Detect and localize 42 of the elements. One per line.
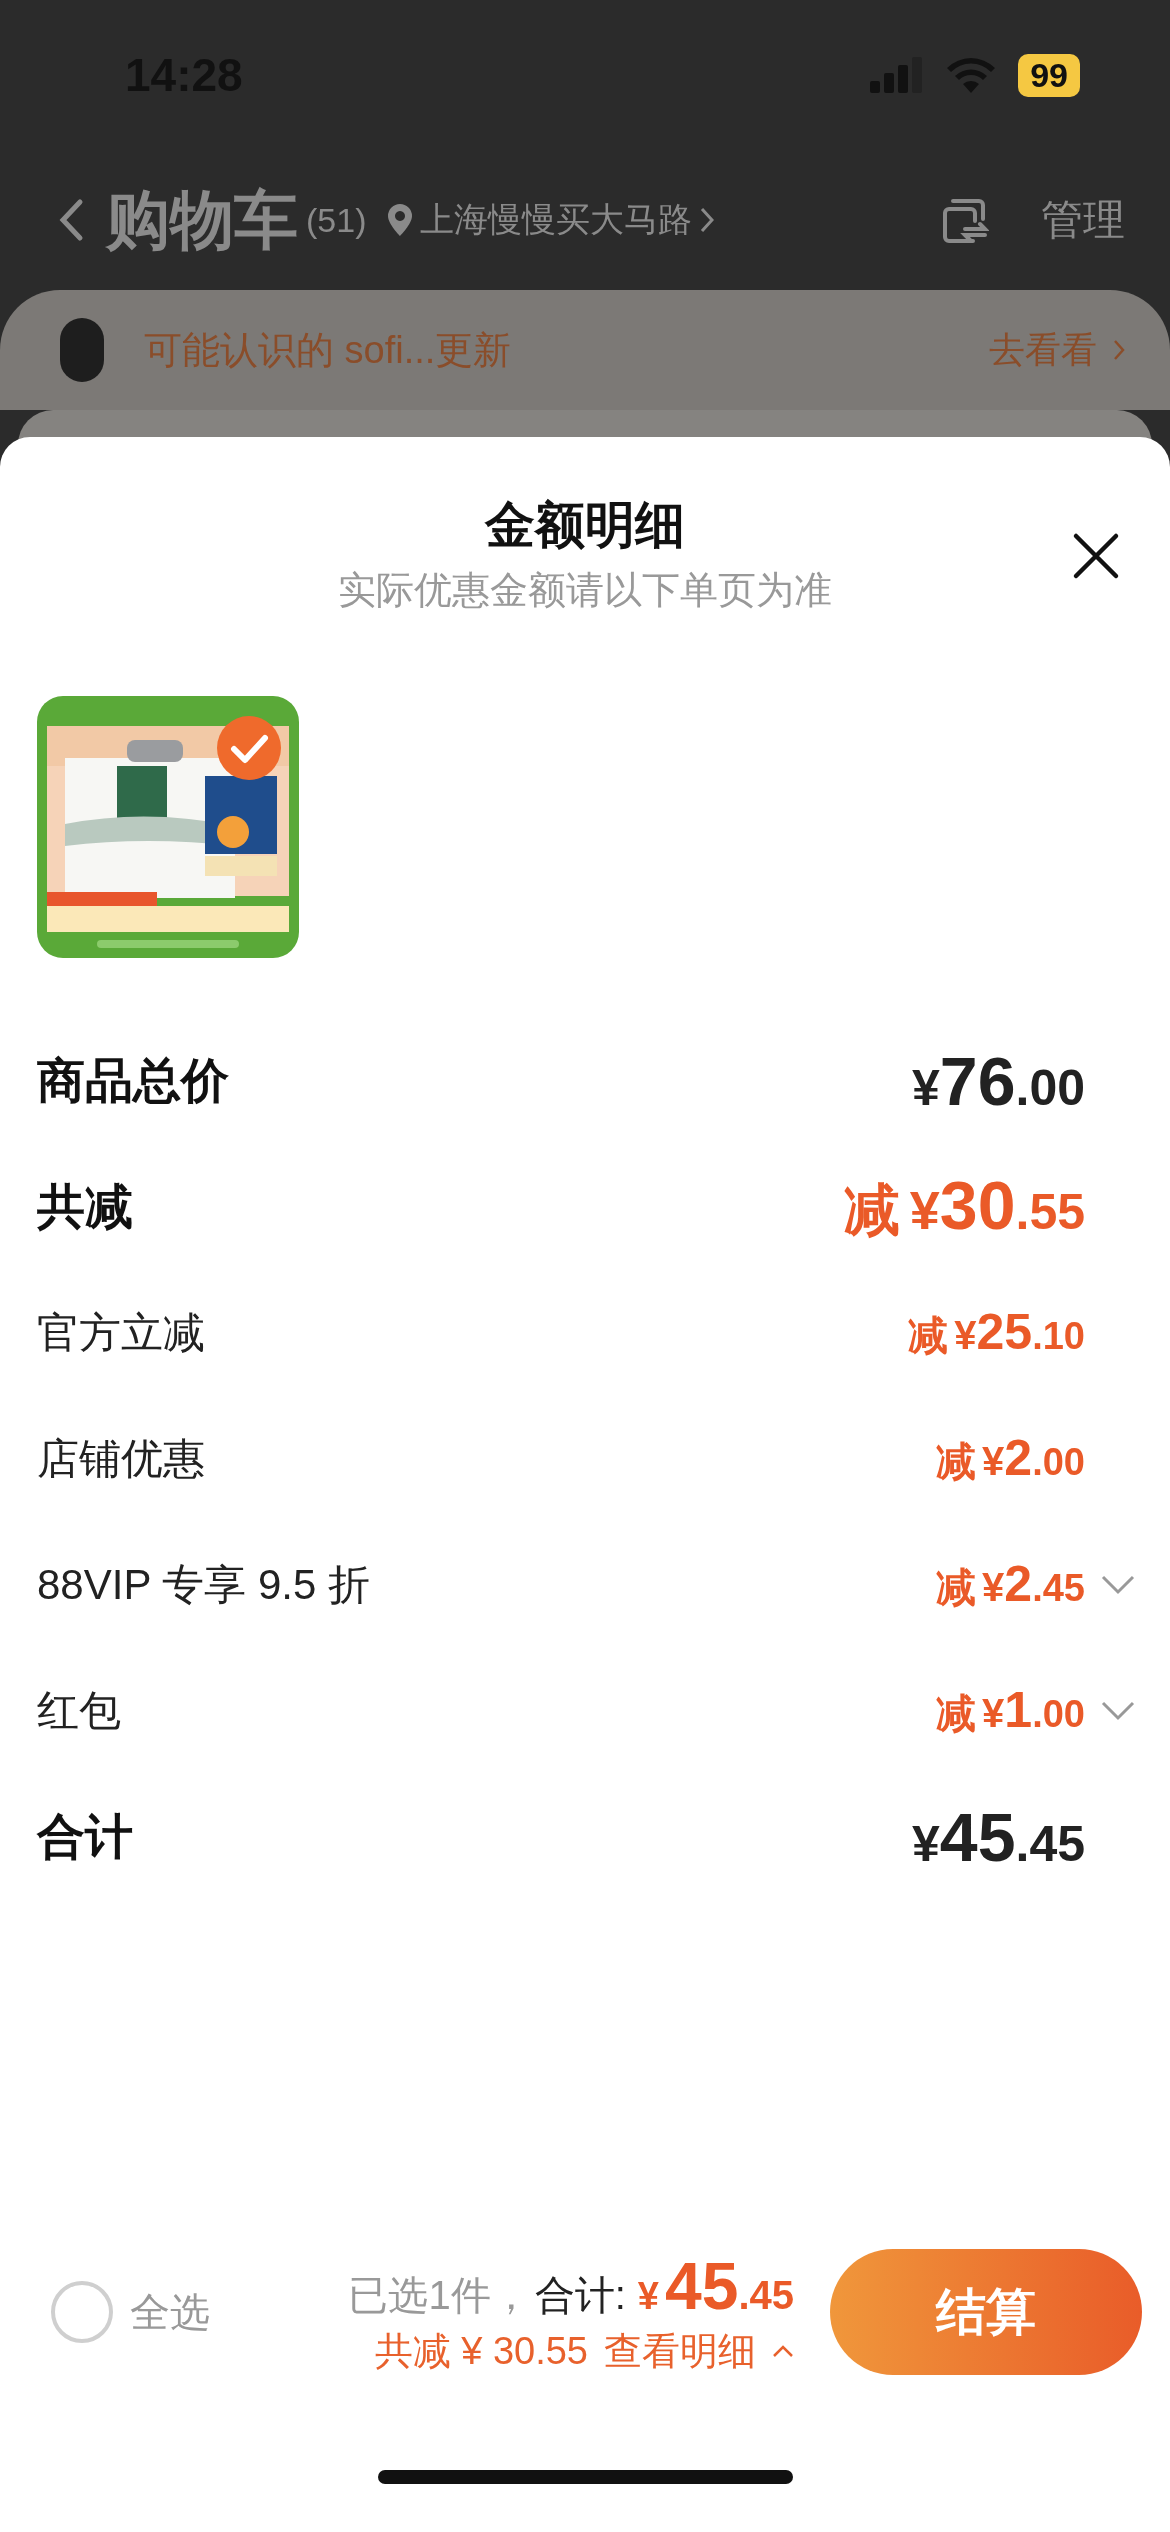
location-pin-icon [388,204,413,236]
price-value: 减¥2.45 [936,1555,1085,1614]
row-label: 88VIP 专享 9.5 折 [37,1560,372,1610]
total-label: 合计: [534,2271,626,2319]
row-label: 红包 [37,1686,122,1736]
location-link[interactable]: 上海慢慢买大马路 [420,197,693,243]
sheet-subtitle: 实际优惠金额请以下单页为准 [338,568,832,613]
battery-indicator: 99 [1018,53,1080,97]
checkout-button[interactable]: 结算 [830,2249,1142,2375]
sheet-title: 金额明细 [485,496,685,555]
price-value: 减¥25.10 [908,1303,1085,1362]
check-icon[interactable] [217,716,281,780]
row-label: 店铺优惠 [37,1434,206,1484]
cart-count: (51) [306,200,367,240]
avatar [60,318,104,382]
chevron-down-icon[interactable] [1101,1575,1135,1595]
details-link[interactable]: 查看明细 [604,2325,756,2377]
price-value: 减 ¥30.55 [843,1165,1085,1245]
signal-icon [870,57,925,93]
select-all-label[interactable]: 全选 [130,2284,210,2340]
row-label: 合计 [37,1809,134,1865]
wifi-icon [946,57,997,93]
close-icon[interactable] [1072,532,1120,580]
manage-button[interactable]: 管理 [1041,192,1125,248]
chevron-right-icon [1113,339,1125,361]
chevron-down-icon[interactable] [1101,1701,1135,1721]
page-title: 购物车 [106,182,298,258]
total-price: ¥45.45 [637,2247,794,2324]
chevron-up-icon [772,2344,794,2358]
selected-count: 已选1件， [348,2271,531,2319]
back-icon[interactable] [58,198,84,242]
select-all-radio[interactable] [50,2280,114,2344]
price-value: ¥45.45 [912,1798,1085,1876]
chevron-right-icon [700,207,715,233]
price-value: ¥76.00 [912,1042,1085,1120]
row-label: 共减 [37,1179,134,1235]
row-label: 官方立减 [37,1308,206,1358]
saving-text: 共减 ¥ 30.55 [374,2328,588,2374]
row-label: 商品总价 [37,1053,230,1109]
notice-text: 可能认识的 sofi...更新 [144,327,512,373]
price-value: 减¥2.00 [936,1429,1085,1488]
price-value: 减¥1.00 [936,1681,1085,1740]
